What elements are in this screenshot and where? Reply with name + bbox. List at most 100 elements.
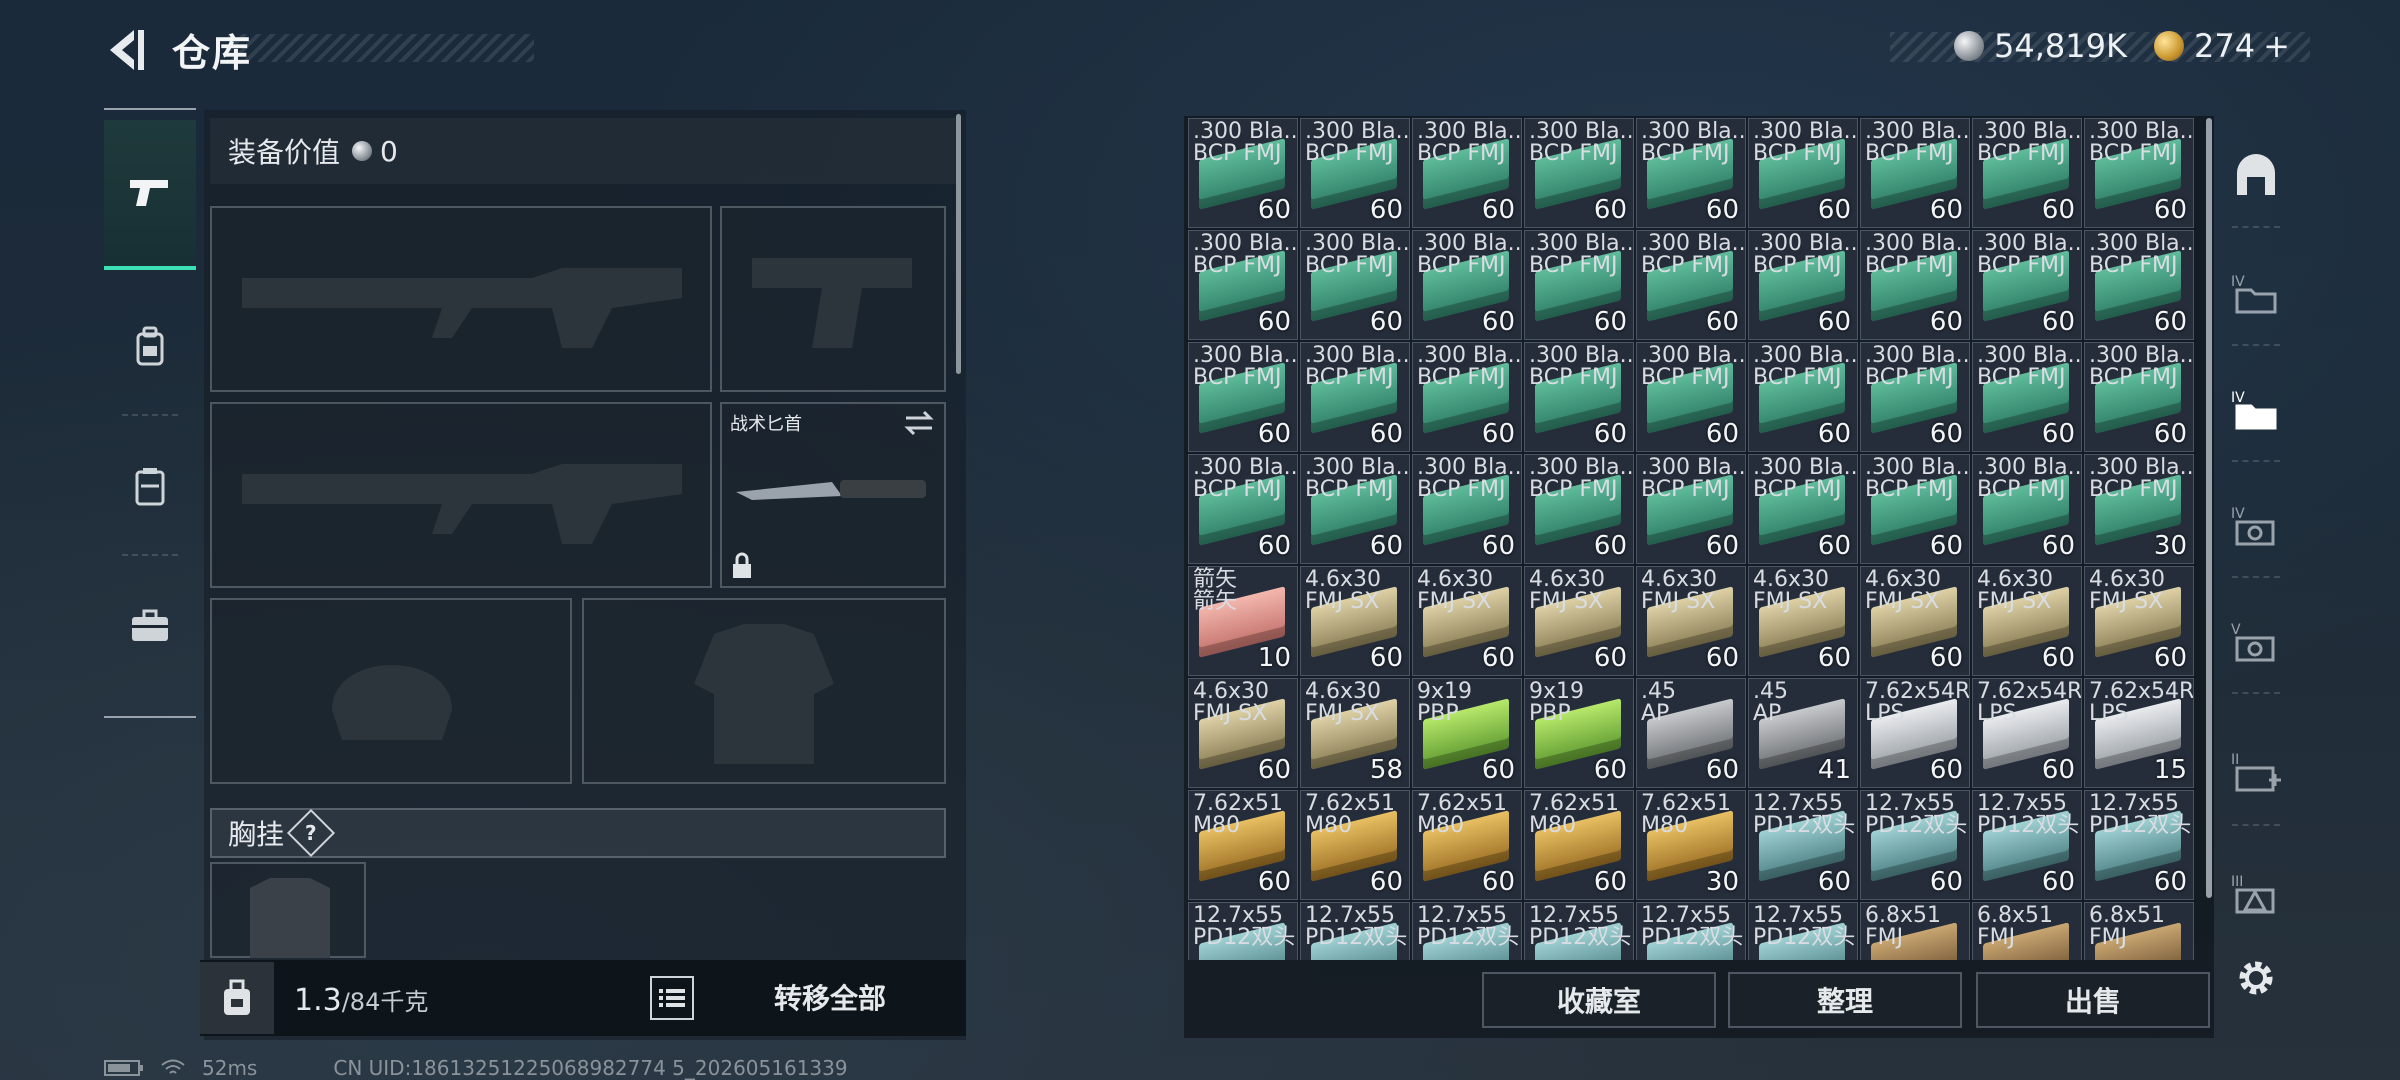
stash-item[interactable]: 箭矢 箭矢 10 [1188,566,1298,676]
secondary-weapon-slot[interactable] [720,206,946,392]
stash-item[interactable]: .300 Bla... BCP FMJ 60 [1412,230,1522,340]
stash-item[interactable]: 4.6x30 FMJ SX 60 [1860,566,1970,676]
stash-item[interactable]: 9x19 PBP 60 [1412,678,1522,788]
stash-item[interactable]: 7.62x51 M80 30 [1636,790,1746,900]
armor-slot[interactable] [582,598,946,784]
knife-slot[interactable]: 战术匕首 [720,402,946,588]
stash-item[interactable]: .300 Bla... BCP FMJ 60 [1412,454,1522,564]
stash-item[interactable]: 7.62x54R LPS 15 [2084,678,2194,788]
collection-room-button[interactable]: 收藏室 [1482,972,1716,1028]
stash-item[interactable]: 6.8x51 FMJ [1972,902,2082,960]
list-view-button[interactable] [650,976,694,1020]
stash-item[interactable]: 12.7x55 PD12双头 [1636,902,1746,960]
stash-item[interactable]: 12.7x55 PD12双头 [1524,902,1634,960]
stash-item[interactable]: 7.62x51 M80 60 [1524,790,1634,900]
stash-item[interactable]: 4.6x30 FMJ SX 60 [1524,566,1634,676]
tab-backpack[interactable] [104,276,196,416]
folder-iv-active-tab[interactable]: IV [2230,382,2282,438]
sell-button[interactable]: 出售 [1976,972,2210,1028]
stash-item[interactable]: .300 Bla... BCP FMJ 60 [1188,118,1298,228]
equipment-scrollbar[interactable] [956,114,961,374]
stash-item[interactable]: 12.7x55 PD12双头 [1188,902,1298,960]
stash-item[interactable]: 7.62x54R LPS 60 [1972,678,2082,788]
stash-item[interactable]: 4.6x30 FMJ SX 60 [1412,566,1522,676]
armor-rack-tab[interactable] [2230,148,2282,204]
stash-item[interactable]: 7.62x54R LPS 60 [1860,678,1970,788]
stash-item[interactable]: .300 Bla... BCP FMJ 60 [1972,454,2082,564]
stash-item[interactable]: 12.7x55 PD12双头 60 [1748,790,1858,900]
stash-item[interactable]: .45 AP 41 [1748,678,1858,788]
stash-item[interactable]: .300 Bla... BCP FMJ 60 [1636,118,1746,228]
stash-item[interactable]: 4.6x30 FMJ SX 60 [1188,678,1298,788]
transfer-all-button[interactable]: 转移全部 [720,966,940,1028]
stash-item[interactable]: .300 Bla... BCP FMJ 60 [1636,342,1746,452]
help-icon[interactable]: ? [286,808,336,858]
stash-item[interactable]: 12.7x55 PD12双头 60 [1860,790,1970,900]
swap-icon[interactable] [902,410,936,436]
stash-item[interactable]: .300 Bla... BCP FMJ 60 [1972,230,2082,340]
backpack-button[interactable] [200,962,274,1034]
stash-item[interactable]: .300 Bla... BCP FMJ 60 [1188,454,1298,564]
stash-item[interactable]: 12.7x55 PD12双头 60 [1972,790,2082,900]
stash-item[interactable]: .300 Bla... BCP FMJ 60 [1860,118,1970,228]
stash-item[interactable]: .300 Bla... BCP FMJ 60 [1748,230,1858,340]
helmet-slot[interactable] [210,598,572,784]
stash-item[interactable]: .300 Bla... BCP FMJ 60 [1860,342,1970,452]
chest-rig-slot[interactable] [210,862,366,958]
stash-item[interactable]: 4.6x30 FMJ SX 58 [1300,678,1410,788]
warning-iii-tab[interactable]: III [2230,866,2282,922]
stash-item[interactable]: .300 Bla... BCP FMJ 60 [1748,118,1858,228]
stash-item[interactable]: .300 Bla... BCP FMJ 60 [2084,342,2194,452]
camera-v-tab[interactable]: V [2230,614,2282,670]
stash-item[interactable]: .300 Bla... BCP FMJ 60 [1748,454,1858,564]
stash-scrollbar[interactable] [2206,118,2212,898]
stash-item[interactable]: 6.8x51 FMJ [1860,902,1970,960]
stash-item[interactable]: .45 AP 60 [1636,678,1746,788]
stash-item[interactable]: 12.7x55 PD12双头 60 [2084,790,2194,900]
stash-item[interactable]: 4.6x30 FMJ SX 60 [1972,566,2082,676]
stash-item[interactable]: .300 Bla... BCP FMJ 60 [1524,118,1634,228]
stash-item[interactable]: .300 Bla... BCP FMJ 60 [1300,230,1410,340]
stash-item[interactable]: .300 Bla... BCP FMJ 60 [1636,230,1746,340]
back-button[interactable] [100,24,148,76]
stash-item[interactable]: 4.6x30 FMJ SX 60 [2084,566,2194,676]
stash-item[interactable]: 4.6x30 FMJ SX 60 [1748,566,1858,676]
stash-item[interactable]: .300 Bla... BCP FMJ 60 [2084,118,2194,228]
tab-chest-rig[interactable] [104,416,196,556]
primary-weapon-slot[interactable] [210,206,712,392]
stash-item[interactable]: .300 Bla... BCP FMJ 60 [1972,118,2082,228]
stash-item[interactable]: .300 Bla... BCP FMJ 60 [1524,230,1634,340]
camera-iv-tab[interactable]: IV [2230,498,2282,554]
stash-item[interactable]: .300 Bla... BCP FMJ 60 [1748,342,1858,452]
stash-item[interactable]: 4.6x30 FMJ SX 60 [1300,566,1410,676]
tab-case[interactable] [104,556,196,696]
stash-item[interactable]: 7.62x51 M80 60 [1300,790,1410,900]
stash-item[interactable]: .300 Bla... BCP FMJ 60 [1524,454,1634,564]
stash-item[interactable]: .300 Bla... BCP FMJ 60 [1300,454,1410,564]
stash-item[interactable]: .300 Bla... BCP FMJ 60 [1860,454,1970,564]
stash-item[interactable]: 4.6x30 FMJ SX 60 [1636,566,1746,676]
settings-button[interactable] [2230,950,2282,1006]
medkit-ii-tab[interactable]: II [2230,744,2282,800]
stash-item[interactable]: .300 Bla... BCP FMJ 60 [1636,454,1746,564]
stash-item[interactable]: .300 Bla... BCP FMJ 60 [1300,342,1410,452]
stash-item[interactable]: .300 Bla... BCP FMJ 60 [2084,230,2194,340]
stash-item[interactable]: .300 Bla... BCP FMJ 60 [1972,342,2082,452]
folder-iv-tab[interactable]: IV [2230,266,2282,322]
stash-item[interactable]: 12.7x55 PD12双头 [1412,902,1522,960]
stash-item[interactable]: .300 Bla... BCP FMJ 60 [1860,230,1970,340]
stash-item[interactable]: 12.7x55 PD12双头 [1748,902,1858,960]
stash-item[interactable]: .300 Bla... BCP FMJ 60 [1524,342,1634,452]
add-gold-button[interactable]: + [2263,27,2290,65]
stash-item[interactable]: .300 Bla... BCP FMJ 30 [2084,454,2194,564]
stash-item[interactable]: 7.62x51 M80 60 [1188,790,1298,900]
stash-item[interactable]: .300 Bla... BCP FMJ 60 [1412,118,1522,228]
stash-item[interactable]: 12.7x55 PD12双头 [1300,902,1410,960]
stash-item[interactable]: 6.8x51 FMJ [2084,902,2194,960]
primary-weapon-slot-2[interactable] [210,402,712,588]
stash-item[interactable]: .300 Bla... BCP FMJ 60 [1412,342,1522,452]
stash-item[interactable]: .300 Bla... BCP FMJ 60 [1188,230,1298,340]
stash-item[interactable]: 7.62x51 M80 60 [1412,790,1522,900]
stash-item[interactable]: .300 Bla... BCP FMJ 60 [1188,342,1298,452]
tab-weapons[interactable] [104,120,196,270]
